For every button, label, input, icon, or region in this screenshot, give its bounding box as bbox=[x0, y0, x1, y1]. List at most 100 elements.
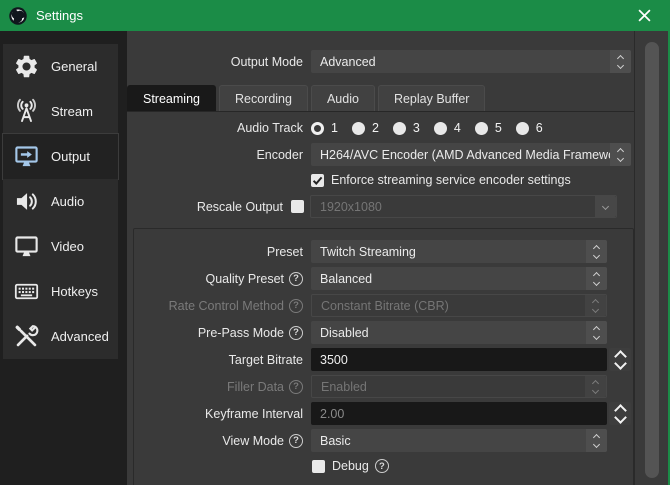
debug-checkbox[interactable] bbox=[312, 460, 325, 473]
audio-track-5[interactable]: 5 bbox=[475, 121, 502, 135]
tools-icon bbox=[12, 323, 40, 351]
viewport-divider bbox=[634, 31, 635, 485]
display-arrow-icon bbox=[12, 143, 40, 171]
titlebar: Settings bbox=[0, 0, 670, 31]
combo-spinner-icon[interactable] bbox=[610, 50, 631, 73]
combo-spinner-icon[interactable] bbox=[586, 429, 607, 452]
quality-preset-select[interactable]: Balanced bbox=[311, 267, 607, 290]
help-icon[interactable]: ? bbox=[289, 299, 303, 313]
tab-streaming[interactable]: Streaming bbox=[127, 85, 216, 111]
filler-data-select: Enabled bbox=[311, 375, 607, 398]
filler-data-label: Filler Data bbox=[227, 380, 284, 394]
sidebar-item-label: Hotkeys bbox=[51, 284, 98, 299]
sidebar-item-label: Output bbox=[51, 149, 90, 164]
filler-data-row: Filler Data ? Enabled bbox=[134, 375, 633, 398]
combo-spinner-icon bbox=[585, 295, 606, 316]
vertical-scrollbar[interactable] bbox=[645, 42, 659, 478]
combo-spinner-icon[interactable] bbox=[586, 321, 607, 344]
chevron-down-icon[interactable] bbox=[595, 196, 616, 217]
radio-icon bbox=[475, 122, 488, 135]
view-mode-select[interactable]: Basic bbox=[311, 429, 607, 452]
sidebar-item-label: Video bbox=[51, 239, 84, 254]
help-icon[interactable]: ? bbox=[289, 434, 303, 448]
output-mode-row: Output Mode Advanced bbox=[127, 50, 631, 73]
gear-icon bbox=[12, 53, 40, 81]
view-mode-label: View Mode bbox=[222, 434, 284, 448]
preset-row: Preset Twitch Streaming bbox=[134, 240, 633, 263]
sidebar-item-label: Audio bbox=[51, 194, 84, 209]
keyframe-interval-label: Keyframe Interval bbox=[205, 407, 303, 421]
keyframe-interval-input[interactable]: 2.00 bbox=[311, 402, 607, 425]
sidebar-item-advanced[interactable]: Advanced bbox=[3, 314, 118, 359]
preset-select[interactable]: Twitch Streaming bbox=[311, 240, 607, 263]
sidebar-item-video[interactable]: Video bbox=[3, 224, 118, 269]
audio-track-2[interactable]: 2 bbox=[352, 121, 379, 135]
stepper-arrows-icon[interactable] bbox=[609, 402, 631, 425]
rate-control-select: Constant Bitrate (CBR) bbox=[311, 294, 607, 317]
broadcast-icon bbox=[12, 98, 40, 126]
rate-control-row: Rate Control Method ? Constant Bitrate (… bbox=[134, 294, 633, 317]
tab-replay-buffer[interactable]: Replay Buffer bbox=[378, 85, 486, 111]
audio-track-4[interactable]: 4 bbox=[434, 121, 461, 135]
target-bitrate-label: Target Bitrate bbox=[229, 353, 303, 367]
audio-track-radios: 1 2 3 4 5 6 bbox=[311, 121, 557, 135]
audio-track-6[interactable]: 6 bbox=[516, 121, 543, 135]
audio-track-label: Audio Track bbox=[237, 121, 303, 135]
audio-track-1[interactable]: 1 bbox=[311, 121, 338, 135]
sidebar-item-label: Stream bbox=[51, 104, 93, 119]
combo-spinner-icon[interactable] bbox=[586, 240, 607, 263]
debug-row: Debug ? bbox=[312, 457, 633, 475]
preset-label: Preset bbox=[267, 245, 303, 259]
radio-icon bbox=[352, 122, 365, 135]
sidebar-item-general[interactable]: General bbox=[3, 44, 118, 89]
speaker-icon bbox=[12, 188, 40, 216]
rescale-checkbox[interactable] bbox=[291, 200, 304, 213]
output-settings-pane: Output Mode Advanced Streaming Recording… bbox=[127, 31, 668, 485]
tabbar-divider bbox=[127, 111, 634, 112]
enforce-label: Enforce streaming service encoder settin… bbox=[331, 173, 571, 187]
enforce-checkbox[interactable] bbox=[311, 174, 324, 187]
encoder-select[interactable]: H264/AVC Encoder (AMD Advanced Media Fra… bbox=[311, 143, 631, 166]
enforce-row: Enforce streaming service encoder settin… bbox=[311, 171, 571, 189]
obs-logo-icon bbox=[8, 6, 28, 26]
stepper-arrows-icon[interactable] bbox=[609, 348, 631, 371]
audio-track-row: Audio Track 1 2 3 4 5 6 bbox=[127, 118, 557, 138]
output-mode-select[interactable]: Advanced bbox=[311, 50, 631, 73]
audio-track-3[interactable]: 3 bbox=[393, 121, 420, 135]
display-icon bbox=[12, 233, 40, 261]
help-icon[interactable]: ? bbox=[289, 272, 303, 286]
sidebar-item-output[interactable]: Output bbox=[3, 134, 118, 179]
target-bitrate-input[interactable]: 3500 bbox=[311, 348, 607, 371]
view-mode-row: View Mode ? Basic bbox=[134, 429, 633, 452]
quality-preset-label: Quality Preset bbox=[205, 272, 284, 286]
radio-icon bbox=[393, 122, 406, 135]
sidebar-item-stream[interactable]: Stream bbox=[3, 89, 118, 134]
help-icon[interactable]: ? bbox=[289, 326, 303, 340]
rescale-row: Rescale Output 1920x1080 bbox=[127, 195, 617, 218]
encoder-row: Encoder H264/AVC Encoder (AMD Advanced M… bbox=[127, 143, 631, 166]
radio-selected-icon bbox=[311, 122, 324, 135]
prepass-select[interactable]: Disabled bbox=[311, 321, 607, 344]
radio-icon bbox=[516, 122, 529, 135]
radio-icon bbox=[434, 122, 447, 135]
output-tabs: Streaming Recording Audio Replay Buffer bbox=[127, 85, 485, 111]
tab-recording[interactable]: Recording bbox=[219, 85, 308, 111]
encoder-label: Encoder bbox=[256, 148, 303, 162]
help-icon[interactable]: ? bbox=[375, 459, 389, 473]
close-button[interactable] bbox=[624, 0, 664, 31]
combo-spinner-icon[interactable] bbox=[586, 267, 607, 290]
checkmark-icon bbox=[311, 174, 324, 187]
help-icon[interactable]: ? bbox=[289, 380, 303, 394]
tab-audio[interactable]: Audio bbox=[311, 85, 375, 111]
rescale-label: Rescale Output bbox=[197, 200, 283, 214]
keyboard-icon bbox=[12, 278, 40, 306]
rescale-select[interactable]: 1920x1080 bbox=[310, 195, 617, 218]
prepass-label: Pre-Pass Mode bbox=[198, 326, 284, 340]
sidebar-item-hotkeys[interactable]: Hotkeys bbox=[3, 269, 118, 314]
sidebar-item-audio[interactable]: Audio bbox=[3, 179, 118, 224]
rate-control-label: Rate Control Method bbox=[169, 299, 284, 313]
prepass-row: Pre-Pass Mode ? Disabled bbox=[134, 321, 633, 344]
combo-spinner-icon bbox=[585, 376, 606, 397]
combo-spinner-icon[interactable] bbox=[610, 143, 631, 166]
settings-window: Settings General Stream bbox=[0, 0, 670, 485]
